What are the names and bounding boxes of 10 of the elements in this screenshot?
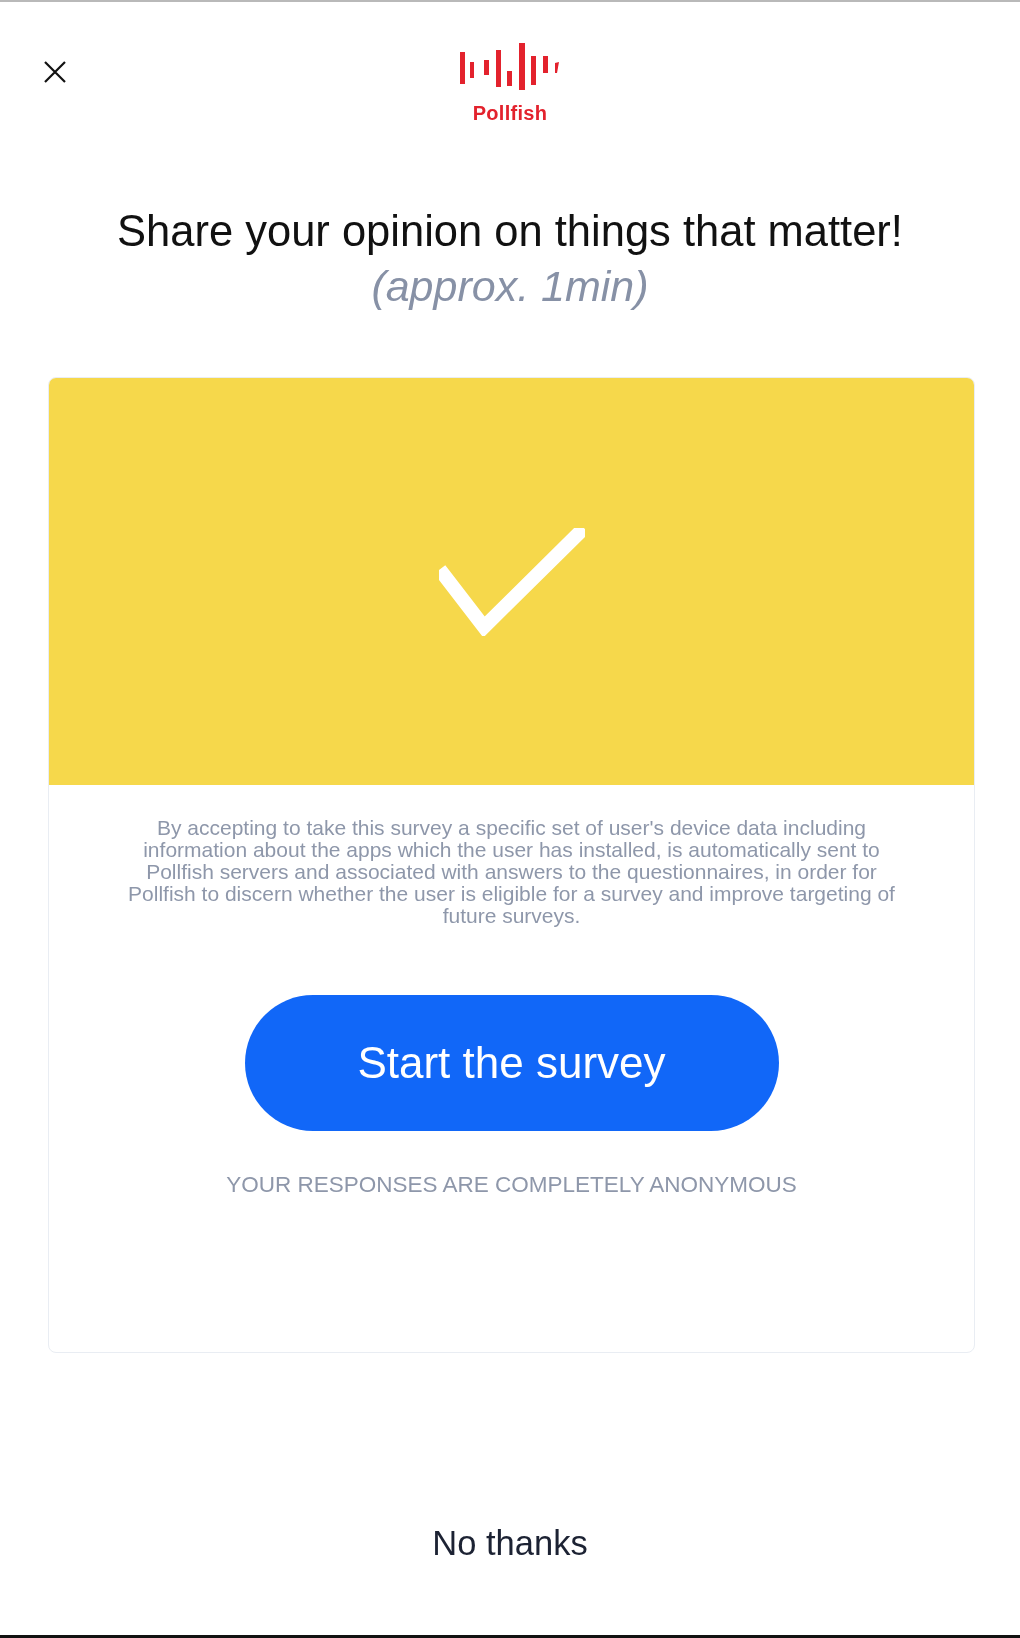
- brand-name: Pollfish: [472, 102, 548, 124]
- start-survey-button[interactable]: Start the survey: [244, 995, 779, 1131]
- disclaimer-text: By accepting to take this survey a specific set of user's device data including information about the apps which the user has installed, is automatically sent to Pollfish servers and associated with answers to the questionnaires, in order for Pollfish to discern whether the user is eligible for a survey and improve targeting of future surveys.: [127, 817, 896, 927]
- title: Share your opinion on things that matter!: [117, 206, 903, 257]
- duration-note: (approx. 1min): [371, 261, 649, 312]
- checkmark-icon: [438, 527, 585, 636]
- close-icon: [44, 61, 66, 83]
- no-thanks-link[interactable]: No thanks: [432, 1523, 588, 1563]
- logo-icon: [460, 42, 560, 91]
- anonymity-note: YOUR RESPONSES ARE COMPLETELY ANONYMOUS: [226, 1172, 797, 1198]
